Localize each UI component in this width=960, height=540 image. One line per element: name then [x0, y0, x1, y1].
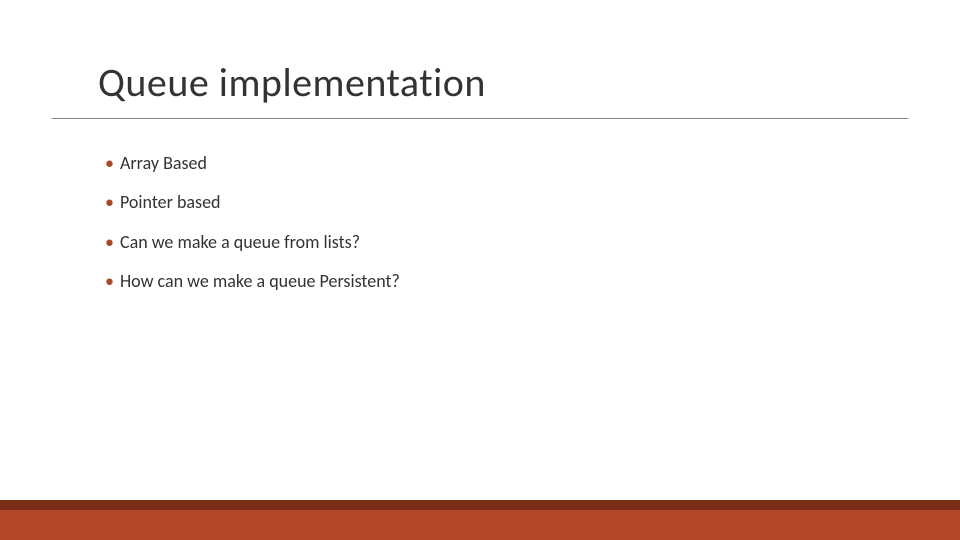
bullet-item: • Array Based — [105, 152, 880, 175]
bullet-text: Array Based — [120, 152, 207, 175]
bullet-icon: • — [105, 270, 114, 293]
bullet-icon: • — [105, 191, 114, 214]
bullet-text: Can we make a queue from lists? — [120, 231, 360, 254]
footer-bar — [0, 500, 960, 540]
slide: Queue implementation • Array Based • Poi… — [0, 0, 960, 540]
slide-title: Queue implementation — [98, 58, 486, 107]
bullet-icon: • — [105, 231, 114, 254]
bullet-item: • How can we make a queue Persistent? — [105, 270, 880, 293]
bullet-text: Pointer based — [120, 191, 221, 214]
footer-stripe-dark — [0, 500, 960, 510]
footer-stripe-red — [0, 510, 960, 540]
content-area: • Array Based • Pointer based • Can we m… — [105, 152, 880, 310]
bullet-text: How can we make a queue Persistent? — [120, 270, 400, 293]
title-divider — [52, 118, 908, 119]
bullet-icon: • — [105, 152, 114, 175]
bullet-item: • Can we make a queue from lists? — [105, 231, 880, 254]
bullet-item: • Pointer based — [105, 191, 880, 214]
